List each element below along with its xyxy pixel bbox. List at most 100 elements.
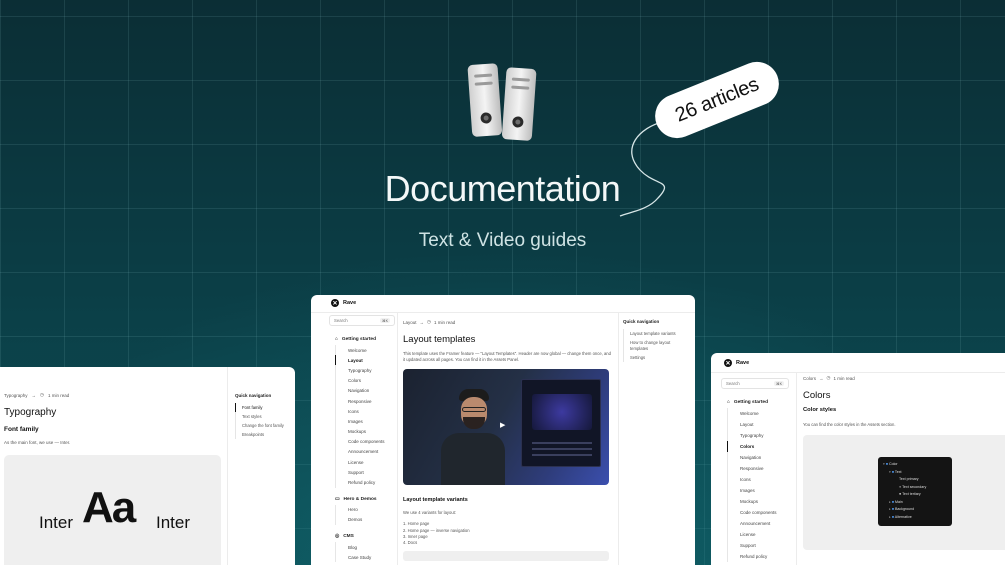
sidebar-item-navigation[interactable]: Navigation [335,385,395,396]
variants-list: 1. Home page 2. Home page — inverse navi… [403,521,613,546]
sidebar-item-license[interactable]: License [727,529,789,540]
video-person [441,389,505,486]
hero-subtitle: Text & Video guides [418,230,587,251]
sidebar-item-code-components[interactable]: Code components [727,507,789,518]
sidebar-item-support[interactable]: Support [727,540,789,551]
search-input[interactable]: Search ⌘K [721,378,789,389]
read-time: 1 min read [833,375,855,381]
sidebar-item-colors[interactable]: Colors [727,441,789,452]
body-text: As the main font, we use — Inter. [4,440,71,445]
list-item: 4. Docs [403,540,418,546]
sidebar-item-hero[interactable]: Hero [335,504,395,515]
home-icon: ⌂ [335,337,338,342]
play-icon[interactable]: ▶ [500,421,505,429]
sidebar-item-colors[interactable]: Colors [335,375,395,386]
breadcrumb-separator: → [31,392,37,398]
sidebar-group-hero-demos[interactable]: ▭ Hero & Demos [329,492,395,505]
specimen-right: Inter [156,513,191,532]
image-placeholder [403,551,609,562]
sidebar-item-typography[interactable]: Typography [335,365,395,376]
video-screen-preview [521,379,601,468]
quick-nav-item[interactable]: Breakpoints [235,430,293,439]
sidebar-group-getting-started[interactable]: ⌂ Getting started [721,395,789,408]
sidebar-item-responsive[interactable]: Responsive [335,395,395,407]
quick-nav-item[interactable]: Settings [623,353,689,362]
breadcrumb-separator: → [819,375,824,381]
intro-text: This template uses the Framer feature — … [403,351,611,363]
sidebar-item-images[interactable]: Images [727,485,789,496]
sidebar-item-navigation[interactable]: Navigation [727,452,789,463]
sidebar-item-code-components[interactable]: Code components [335,436,395,447]
color-row: ▸ ■ Background [889,507,915,511]
section-title: Color styles [803,407,837,413]
specimen-center: Aa [82,483,136,532]
quick-nav-item[interactable]: Font family [235,403,293,412]
read-time: 1 min read [433,319,456,325]
hero-title: Documentation [384,168,621,209]
page-title: Colors [803,390,831,401]
color-row: ● Text tertiary [899,492,921,496]
sidebar-item-blog[interactable]: Blog [335,542,395,553]
breadcrumb-section[interactable]: Typography [4,393,28,398]
home-icon: ⌂ [727,400,730,405]
sidebar-item-demos[interactable]: Demos [335,514,395,525]
color-panel: ▾ ■ Color ▾ ■ Text Text primary ● Text s… [878,457,952,526]
sidebar-item-typography[interactable]: Typography [727,430,789,441]
sidebar-item-layout[interactable]: Layout [335,355,395,366]
sidebar-item-mockups[interactable]: Mockups [727,496,789,507]
sidebar-item-mockups[interactable]: Mockups [335,426,395,437]
quick-navigation: Quick navigation Font family Text styles… [235,393,293,439]
breadcrumb: Colors → ◷ 1 min read [803,375,1003,381]
breadcrumb-section[interactable]: Layout [403,320,417,325]
section-title: Layout template variants [403,497,468,504]
read-time: 1 min read [47,392,70,398]
video-player[interactable]: ▶ [403,369,609,486]
color-row: ● Text secondary [899,484,927,489]
sidebar-item-case-study[interactable]: Case Study [335,552,395,563]
sidebar-item-images[interactable]: Images [335,416,395,427]
quick-nav-title: Quick navigation [235,393,272,398]
sidebar-item-announcement[interactable]: Announcement [727,518,789,529]
sidebar-item-icons[interactable]: Icons [335,406,395,417]
sidebar: Search ⌘K ⌂ Getting started Welcome Layo… [329,315,395,565]
sidebar-group-cms[interactable]: ◎ CMS [329,529,395,542]
sidebar-item-welcome[interactable]: Welcome [335,345,395,356]
brand-logo[interactable]: ✕ Rave [724,359,749,367]
sidebar-item-responsive[interactable]: Responsive [727,463,789,474]
section-title: Font family [4,426,39,433]
sidebar-group-getting-started[interactable]: ⌂ Getting started [329,332,395,345]
database-icon: ◎ [335,534,340,539]
sidebar-item-layout[interactable]: Layout [727,419,789,430]
brand-name: Rave [736,360,750,366]
sidebar-item-license[interactable]: License [335,457,395,468]
clock-icon: ◷ [826,375,831,380]
sidebar-item-icons[interactable]: Icons [727,474,789,485]
sidebar-item-refund-policy[interactable]: Refund policy [335,477,395,488]
breadcrumb: Layout → ◷ 1 min read [403,319,613,325]
sidebar-group-label: Getting started [733,400,769,405]
section-intro: We use 4 variants for layout: [403,510,456,516]
sidebar: Search ⌘K ⌂ Getting started Welcome Layo… [721,378,789,562]
sidebar-item-support[interactable]: Support [335,467,395,478]
rave-logo-icon: ✕ [331,299,339,307]
quick-nav-item[interactable]: Text styles [235,412,293,421]
brand-logo[interactable]: ✕ Rave [331,299,356,307]
color-row: Text primary [899,477,919,481]
brand-name: Rave [343,300,357,306]
sidebar-group-label: Getting started [341,337,377,342]
breadcrumb: Typography → ◷ 1 min read [4,392,69,398]
main-content: Layout → ◷ 1 min read Layout templates T… [403,319,613,562]
binder-files-icon [467,63,537,141]
sidebar-item-refund-policy[interactable]: Refund policy [727,551,789,562]
sidebar-item-announcement[interactable]: Announcement [335,446,395,458]
search-shortcut: ⌘K [774,381,784,386]
quick-navigation: Quick navigation Layout template variant… [623,319,689,362]
quick-nav-item[interactable]: Change the font family [235,421,293,430]
sidebar-item-welcome[interactable]: Welcome [727,408,789,419]
quick-nav-item[interactable]: Layout template variants [623,329,689,338]
layout-docs-card: ✕ Rave Search ⌘K ⌂ Getting started Welco… [311,295,695,565]
search-input[interactable]: Search ⌘K [329,315,395,326]
quick-nav-item[interactable]: How to change layout templates [623,338,689,353]
breadcrumb-section[interactable]: Colors [803,376,816,381]
color-row: ▾ ■ Color [883,462,898,466]
